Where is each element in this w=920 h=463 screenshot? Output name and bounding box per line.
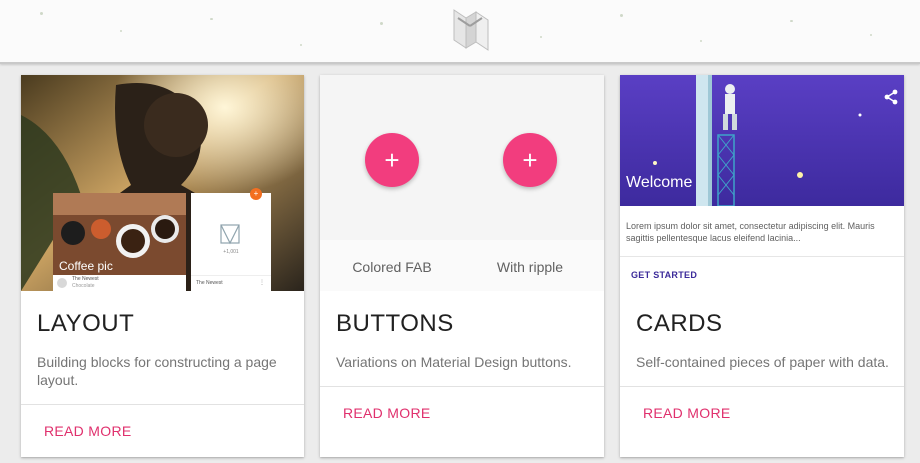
cards-card: Welcome Lorem ipsum dolor sit amet, cons…	[620, 75, 904, 457]
welcome-lorem: Lorem ipsum dolor sit amet, consectetur …	[626, 221, 875, 243]
colored-fab-button[interactable]: +	[365, 133, 419, 187]
card-description: Self-contained pieces of paper with data…	[636, 354, 889, 370]
buttons-card-media: + + Colored FAB With ripple	[320, 75, 604, 291]
card-divider	[320, 386, 604, 387]
mini-fab-icon[interactable]: +	[250, 188, 262, 200]
coffee-tile-footer: The Newest Chocolate	[53, 275, 186, 291]
read-more-link[interactable]: READ MORE	[335, 401, 439, 425]
ripple-fab-label: With ripple	[496, 259, 564, 275]
coffee-pic-caption: Coffee pic	[59, 259, 113, 273]
coffee-pic-tile[interactable]: Coffee pic The Newest Chocolate	[53, 193, 186, 291]
card-title: CARDS	[636, 310, 723, 337]
tile-left-sub: Chocolate	[72, 283, 95, 289]
more-vert-icon[interactable]: ⋮	[259, 279, 265, 286]
tile-right-title: The Newest	[196, 280, 223, 286]
card-title: BUTTONS	[336, 310, 454, 337]
tile-avatar	[57, 278, 67, 288]
colored-fab-label: Colored FAB	[352, 259, 432, 275]
card-divider	[620, 386, 904, 387]
layout-card: Coffee pic The Newest Chocolate +1,001 T…	[21, 75, 304, 457]
layout-card-media: Coffee pic The Newest Chocolate +1,001 T…	[21, 75, 304, 291]
get-started-button[interactable]: GET STARTED	[631, 270, 697, 280]
ripple-fab-button[interactable]: +	[503, 133, 557, 187]
buttons-card: + + Colored FAB With ripple BUTTONS Vari…	[320, 75, 604, 457]
logo-tile[interactable]: +1,001 The Newest ⋮	[191, 193, 271, 291]
card-description: Building blocks for constructing a page …	[37, 354, 277, 388]
read-more-link[interactable]: READ MORE	[635, 401, 739, 425]
logo-tile-count: +1,001	[223, 249, 239, 255]
card-description: Variations on Material Design buttons.	[336, 354, 572, 370]
cards-card-media: Welcome Lorem ipsum dolor sit amet, cons…	[620, 75, 904, 291]
site-header	[0, 0, 920, 64]
welcome-title: Welcome	[626, 174, 693, 191]
logo-tile-footer: The Newest ⋮	[191, 275, 271, 291]
card-title: LAYOUT	[37, 310, 135, 337]
tile-left-title: The Newest	[72, 276, 99, 282]
fab-demo-area	[320, 75, 604, 240]
read-more-link[interactable]: READ MORE	[36, 419, 140, 443]
mdl-logo-icon[interactable]	[448, 4, 494, 56]
card-divider	[21, 404, 304, 405]
welcome-divider	[620, 256, 904, 257]
share-icon[interactable]	[884, 89, 898, 105]
